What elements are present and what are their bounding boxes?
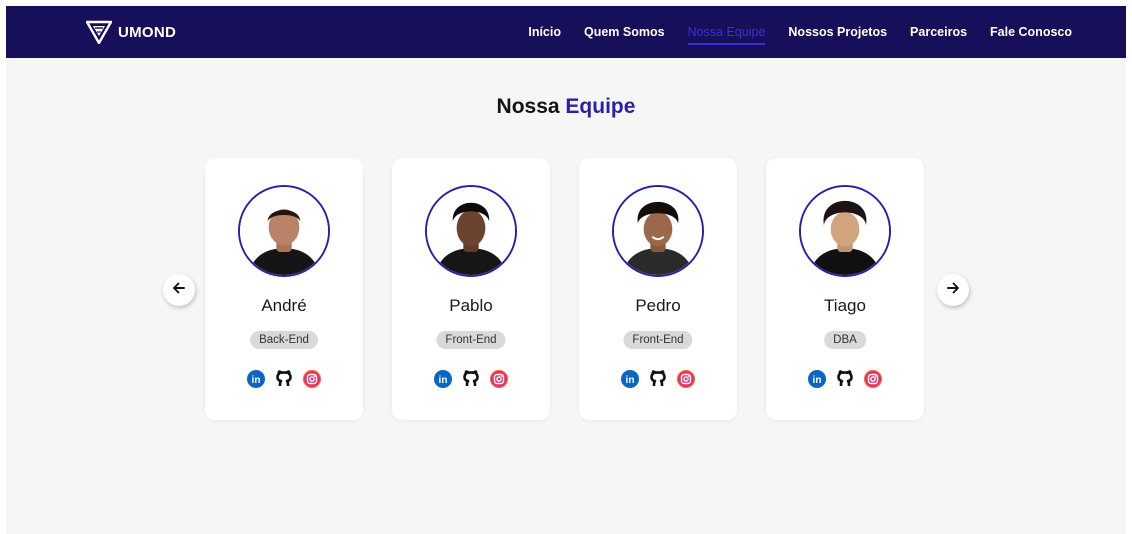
social-links: in (766, 370, 924, 388)
instagram-icon[interactable] (677, 370, 695, 388)
linkedin-icon[interactable]: in (434, 370, 452, 388)
svg-text:in: in (439, 375, 448, 386)
team-card: Pablo Front-End in (392, 158, 550, 420)
arrow-right-icon (946, 281, 960, 300)
nav-link-fale-conosco[interactable]: Fale Conosco (990, 25, 1072, 39)
section-title-part1: Nossa (496, 95, 560, 118)
carousel-prev-button[interactable] (163, 274, 195, 306)
carousel-next-button[interactable] (937, 274, 969, 306)
social-links: in (205, 370, 363, 388)
role-badge: Front-End (436, 331, 506, 349)
member-name: Pedro (635, 296, 681, 315)
team-card: André Back-End in (205, 158, 363, 420)
github-icon[interactable] (836, 370, 854, 388)
github-icon[interactable] (649, 370, 667, 388)
member-avatar (799, 185, 891, 277)
nav-link-parceiros[interactable]: Parceiros (910, 25, 967, 39)
instagram-icon[interactable] (490, 370, 508, 388)
linkedin-icon[interactable]: in (621, 370, 639, 388)
nav-link-nossos-projetos[interactable]: Nossos Projetos (788, 25, 887, 39)
navbar: UMOND Início Quem Somos Nossa Equipe Nos… (6, 6, 1126, 58)
brand-name: UMOND (118, 23, 177, 41)
role-badge: Front-End (623, 331, 693, 349)
member-name: Tiago (824, 296, 866, 315)
svg-text:in: in (813, 375, 822, 386)
nav-link-inicio[interactable]: Início (528, 25, 561, 39)
page: UMOND Início Quem Somos Nossa Equipe Nos… (6, 6, 1126, 534)
social-links: in (392, 370, 550, 388)
nav-link-quem-somos[interactable]: Quem Somos (584, 25, 665, 39)
team-card: Pedro Front-End in (579, 158, 737, 420)
role-badge: DBA (824, 331, 866, 349)
member-avatar (612, 185, 704, 277)
nav-link-nossa-equipe[interactable]: Nossa Equipe (687, 25, 765, 45)
arrow-left-icon (172, 281, 186, 300)
member-name: André (261, 296, 307, 315)
member-name: Pablo (449, 296, 493, 315)
instagram-icon[interactable] (303, 370, 321, 388)
github-icon[interactable] (275, 370, 293, 388)
main-nav: Início Quem Somos Nossa Equipe Nossos Pr… (528, 6, 1072, 58)
section-title-part2: Equipe (565, 95, 636, 118)
linkedin-icon[interactable]: in (247, 370, 265, 388)
svg-text:in: in (626, 375, 635, 386)
social-links: in (579, 370, 737, 388)
umond-logo-icon (86, 20, 112, 44)
instagram-icon[interactable] (864, 370, 882, 388)
github-icon[interactable] (462, 370, 480, 388)
member-avatar (238, 185, 330, 277)
member-avatar (425, 185, 517, 277)
team-card: Tiago DBA in (766, 158, 924, 420)
brand-logo-link[interactable]: UMOND (86, 18, 176, 46)
svg-text:in: in (252, 375, 261, 386)
section-title: Nossa Equipe (6, 95, 1126, 119)
linkedin-icon[interactable]: in (808, 370, 826, 388)
role-badge: Back-End (250, 331, 318, 349)
